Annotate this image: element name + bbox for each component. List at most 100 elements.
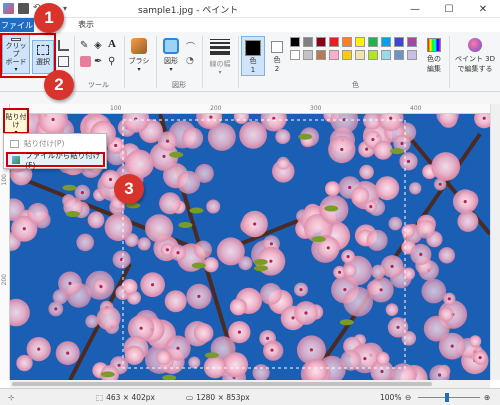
edit-colors-button[interactable]: 色の 編集	[422, 36, 446, 76]
color-picker-icon[interactable]: ✒	[94, 56, 105, 67]
palette-swatch[interactable]	[316, 37, 326, 47]
status-bar: ⊹ ⬚ 463 × 402px ▭ 1280 × 853px 100% ⊖ ⊕	[0, 388, 500, 405]
chevron-down-icon: ▾	[169, 66, 173, 73]
zoom-out-button[interactable]: ⊖	[405, 393, 411, 402]
palette-swatch[interactable]	[407, 50, 417, 60]
paint3d-line1: ペイント 3D	[454, 55, 496, 63]
shapes-button[interactable]: 図形 ▾	[160, 36, 182, 76]
menu-item-paste-label: 貼り付け(P)	[24, 139, 65, 148]
window-controls: — ☐ ✕	[398, 0, 500, 18]
palette-swatch[interactable]	[381, 37, 391, 47]
minimize-button[interactable]: —	[398, 0, 432, 18]
picture-icon	[12, 155, 21, 164]
paste-button-label: 貼り付け	[5, 113, 27, 129]
outline-icon[interactable]: ⌒	[186, 40, 197, 53]
tab-file[interactable]: ファイル	[0, 18, 34, 32]
text-icon[interactable]: A	[108, 38, 119, 50]
pencil-icon[interactable]: ✎	[80, 40, 91, 51]
callout-3: 3	[114, 174, 144, 204]
selection-icon: ⬚	[96, 393, 104, 402]
palette-swatch[interactable]	[407, 37, 417, 47]
vertical-scrollbar[interactable]	[490, 104, 500, 380]
palette-swatch[interactable]	[303, 50, 313, 60]
paint3d-line2: で編集する	[457, 65, 493, 73]
zoom-in-button[interactable]: ⊕	[484, 393, 490, 402]
magnifier-icon[interactable]: ⚲	[108, 56, 119, 67]
eraser-icon[interactable]	[80, 56, 91, 67]
edit-colors-icon	[427, 38, 441, 52]
color-palette	[290, 37, 420, 67]
paint3d-button[interactable]: ペイント 3D で編集する	[452, 36, 498, 76]
window-title: sample1.jpg - ペイント	[138, 6, 239, 16]
palette-swatch[interactable]	[342, 37, 352, 47]
palette-swatch[interactable]	[368, 37, 378, 47]
menu-item-paste-from-file-label: ファイルから貼り付け(F)	[25, 150, 101, 170]
callout-2: 2	[44, 70, 74, 100]
zoom-slider-track[interactable]	[418, 397, 480, 398]
selection-size: ⬚ 463 × 402px	[96, 393, 155, 402]
brush-label: ブラシ	[128, 57, 150, 65]
maximize-button[interactable]: ☐	[432, 0, 466, 18]
tab-view[interactable]: 表示	[78, 19, 94, 30]
line-width-button[interactable]: 線の幅 ▾	[206, 36, 234, 76]
palette-swatch[interactable]	[303, 37, 313, 47]
edit-colors-line1: 色の	[427, 55, 441, 63]
customize-qat-icon[interactable]: ▾	[63, 3, 74, 14]
horizontal-ruler: 100 200 300 400	[10, 104, 490, 114]
cursor-position: ⊹	[8, 393, 14, 402]
color2-button[interactable]: 色 2	[267, 36, 287, 76]
ruler-tick: 200	[210, 105, 222, 112]
fill-icon[interactable]: ◈	[94, 40, 105, 51]
palette-swatch[interactable]	[394, 37, 404, 47]
menu-item-paste-from-file[interactable]: ファイルから貼り付け(F)	[6, 150, 105, 170]
palette-swatch[interactable]	[342, 50, 352, 60]
palette-swatch[interactable]	[316, 50, 326, 60]
palette-swatch[interactable]	[355, 37, 365, 47]
line-width-icon	[210, 39, 230, 55]
color1-button[interactable]: 色 1	[241, 36, 265, 76]
crosshair-icon: ⊹	[8, 393, 15, 402]
colors-group-label: 色	[352, 81, 359, 89]
palette-swatch[interactable]	[329, 37, 339, 47]
palette-swatch[interactable]	[381, 50, 391, 60]
edit-colors-line2: 編集	[427, 65, 441, 73]
palette-swatch[interactable]	[329, 50, 339, 60]
palette-swatch[interactable]	[355, 50, 365, 60]
color2-swatch	[271, 41, 283, 53]
brush-icon	[131, 38, 147, 54]
callout-1: 1	[34, 3, 64, 33]
resize-icon[interactable]	[58, 56, 69, 67]
horizontal-scrollbar[interactable]	[10, 380, 490, 388]
palette-swatch[interactable]	[290, 50, 300, 60]
paste-icon	[10, 139, 19, 148]
ruler-tick: 100	[110, 105, 122, 112]
color2-num: 2	[274, 65, 280, 73]
tools-group-label: ツール	[88, 81, 109, 89]
color1-label: 色	[249, 57, 257, 65]
save-icon[interactable]	[18, 3, 29, 14]
line-width-label: 線の幅	[209, 60, 231, 68]
color1-num: 1	[250, 66, 256, 74]
crop-icon[interactable]	[58, 40, 69, 51]
palette-swatch[interactable]	[290, 37, 300, 47]
ribbon: クリップボード ▾ 選択 ↻ ✎ ◈ A ✒ ⚲ ツール ブラシ ▾ 図形 ▾ …	[0, 32, 500, 92]
sub-toolbar	[0, 92, 500, 104]
color1-swatch	[245, 40, 261, 56]
ruler-tick: 300	[310, 105, 322, 112]
ruler-tick: 400	[410, 105, 422, 112]
zoom-slider-handle[interactable]	[445, 393, 449, 402]
paint3d-icon	[468, 38, 482, 52]
brush-button[interactable]: ブラシ ▾	[128, 36, 150, 76]
close-button[interactable]: ✕	[466, 0, 500, 18]
paste-dropdown-menu: 貼り付け(P) ファイルから貼り付け(F)	[3, 133, 107, 170]
scroll-thumb[interactable]	[12, 382, 432, 386]
image-size-icon: ▭	[186, 393, 194, 402]
paste-button[interactable]: 貼り付け ▾	[3, 108, 29, 136]
palette-swatch[interactable]	[368, 50, 378, 60]
shapes-label: 図形	[164, 57, 178, 65]
palette-swatch[interactable]	[394, 50, 404, 60]
shapes-group-label: 図形	[172, 81, 186, 89]
chevron-down-icon: ▾	[137, 66, 141, 73]
image-size-text: 1280 × 853px	[196, 393, 250, 402]
fill-shape-icon[interactable]: ◔	[186, 56, 197, 67]
